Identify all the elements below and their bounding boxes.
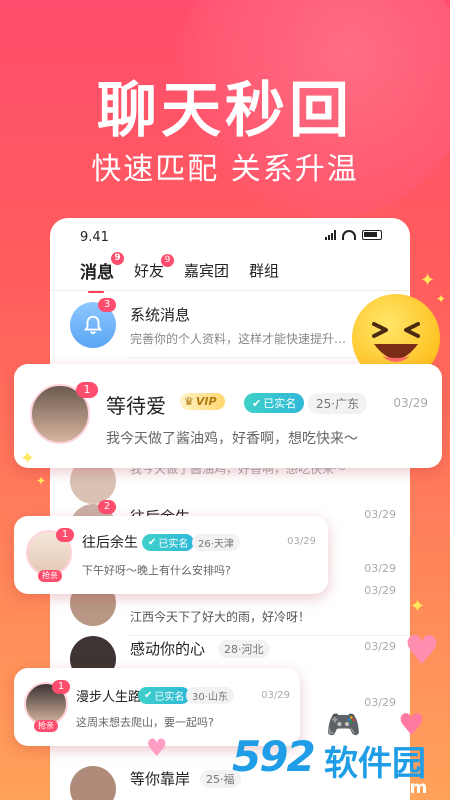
status-tag: 抢亲	[38, 570, 62, 582]
contact-name: 漫步人生路	[76, 690, 142, 705]
promo-subtitle: 快速匹配 关系升温	[91, 152, 359, 187]
heart-icon: ♥	[404, 628, 440, 674]
tab-messages[interactable]: 消息 9	[80, 252, 124, 293]
chat-card-featured[interactable]: 1 等待爱 ♛ VIP ✔ 已实名 25·广东 03/29 我今天做了酱油鸡，好香啊…	[14, 364, 442, 468]
contact-name: 感动你的心	[130, 640, 206, 658]
bell-icon	[83, 315, 103, 335]
tab-bar: 消息 9 好友 9 嘉宾团 群组	[80, 252, 279, 293]
tab-badge: 9	[161, 254, 175, 267]
vip-label: VIP	[195, 395, 217, 408]
message-time: 03/29	[364, 696, 396, 709]
tab-label: 群组	[249, 262, 280, 280]
sparkle-icon: ✦	[410, 596, 426, 617]
unread-badge: 1	[56, 528, 74, 542]
message-time: 03/29	[364, 508, 396, 521]
watermark-logo: 592 软件园 www.592xiazai.com	[228, 730, 450, 800]
vip-badge: ♛ VIP	[180, 393, 225, 410]
unread-badge: 3	[98, 298, 116, 312]
verified-label: 已实名	[158, 539, 189, 550]
verified-label: 已实名	[263, 397, 297, 410]
contact-name: 系统消息	[130, 306, 191, 324]
shield-icon: ✔	[148, 537, 157, 548]
shield-icon: ✔	[252, 396, 262, 410]
sparkle-icon: ✦	[420, 270, 436, 291]
crown-icon: ♛	[184, 395, 194, 408]
verified-badge: ✔ 已实名	[138, 687, 191, 704]
tab-groups[interactable]: 群组	[249, 260, 279, 281]
sparkle-icon: ✦	[436, 292, 447, 306]
message-time: 03/29	[393, 396, 428, 410]
unread-badge: 2	[98, 500, 116, 514]
watermark-number: 592	[232, 732, 316, 781]
location-tag: 28·河北	[218, 640, 270, 658]
battery-icon	[362, 230, 382, 240]
status-tag: 抢亲	[34, 720, 58, 732]
tab-friends[interactable]: 好友 9	[134, 254, 175, 281]
shield-icon: ✔	[144, 690, 153, 701]
verified-label: 已实名	[154, 692, 185, 703]
wifi-icon	[342, 230, 356, 240]
message-time: 03/29	[287, 536, 316, 547]
location-tag: 25·广东	[308, 393, 368, 414]
unread-badge: 1	[76, 382, 98, 398]
tab-label: 嘉宾团	[184, 262, 230, 280]
contact-name: 等待爱	[106, 394, 166, 418]
verified-badge: ✔ 已实名	[244, 393, 305, 413]
tab-badge: 9	[111, 252, 124, 265]
tab-label: 好友	[134, 262, 165, 280]
verified-badge: ✔ 已实名	[142, 534, 195, 551]
chat-card[interactable]: 1 抢亲 往后余生 ✔ 已实名 26·天津 03/29 下午好呀～晚上有什么安排吗…	[14, 516, 328, 594]
divider	[50, 290, 410, 291]
watermark-url: www.592xiazai.com	[238, 778, 428, 798]
message-preview: 我今天做了酱油鸡，好香啊，想吃快来～	[106, 431, 358, 447]
avatar	[70, 766, 116, 800]
status-icons	[325, 230, 382, 240]
message-time: 03/29	[261, 690, 290, 701]
sparkle-icon: ✦	[20, 448, 36, 469]
location-tag: 30·山东	[186, 687, 234, 704]
sparkle-icon: ✦	[36, 474, 47, 488]
message-preview: 完善你的个人资料，这样才能快速提升…	[130, 332, 347, 346]
unread-badge: 1	[52, 680, 70, 694]
tab-guests[interactable]: 嘉宾团	[184, 260, 229, 281]
status-time: 9.41	[80, 230, 109, 245]
signal-icon	[325, 230, 336, 240]
contact-name: 等你靠岸	[130, 770, 191, 788]
contact-name: 往后余生	[82, 535, 138, 551]
message-preview: 江西今天下了好大的雨，好冷呀！	[130, 610, 311, 624]
message-preview: 下午好呀～晚上有什么安排吗?	[82, 564, 231, 577]
promo-headline: 聊天秒回	[97, 76, 353, 146]
message-time: 03/29	[364, 584, 396, 597]
tab-label: 消息	[80, 263, 114, 283]
heart-icon: ♥	[146, 734, 168, 762]
message-preview: 这周末想去爬山，要一起吗?	[76, 716, 214, 729]
message-time: 03/29	[364, 640, 396, 653]
location-tag: 26·天津	[192, 534, 240, 551]
